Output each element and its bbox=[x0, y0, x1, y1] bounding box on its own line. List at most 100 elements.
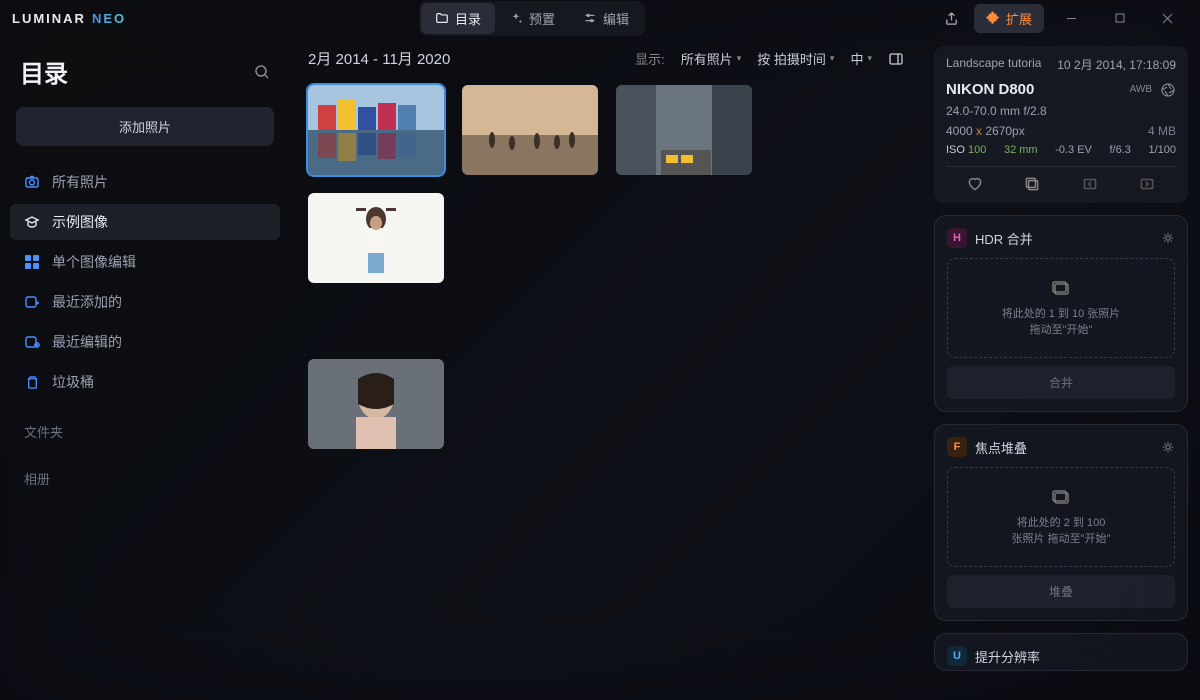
chevron-down-icon: ▾ bbox=[830, 53, 835, 64]
info-datetime: 10 2月 2014, 17:18:09 bbox=[1057, 56, 1176, 73]
hdr-badge-icon: H bbox=[947, 228, 967, 248]
nav-recently-edited[interactable]: 最近编辑的 bbox=[10, 324, 280, 360]
sidebar: 目录 添加照片 所有照片 示例图像 单个图像编辑 bbox=[0, 36, 290, 700]
thumbnail[interactable] bbox=[462, 85, 598, 175]
prev-button[interactable] bbox=[1081, 175, 1099, 193]
favorite-button[interactable] bbox=[966, 175, 984, 193]
images-icon bbox=[1051, 279, 1071, 297]
panel-title: HDR 合并 bbox=[975, 229, 1153, 248]
maximize-button[interactable] bbox=[1100, 4, 1140, 32]
share-button[interactable] bbox=[938, 4, 966, 32]
logo-text-2: NEO bbox=[92, 11, 126, 26]
sidebar-title: 目录 bbox=[20, 54, 68, 89]
gear-icon[interactable] bbox=[1161, 231, 1175, 245]
chevron-down-icon: ▾ bbox=[737, 53, 742, 64]
focus-drop-zone[interactable]: 将此处的 2 到 100 张照片 拖动至"开始" bbox=[947, 467, 1175, 567]
share-icon bbox=[944, 11, 959, 26]
drop-text-1: 将此处的 1 到 10 张照片 bbox=[956, 305, 1166, 321]
trash-icon bbox=[24, 374, 40, 390]
upscale-panel: U 提升分辨率 bbox=[934, 633, 1188, 671]
copy-button[interactable] bbox=[1023, 175, 1041, 193]
close-button[interactable] bbox=[1148, 4, 1188, 32]
tab-catalog[interactable]: 目录 bbox=[421, 3, 495, 34]
show-label: 显示: bbox=[635, 49, 665, 68]
graduation-icon bbox=[24, 214, 40, 230]
panel-toggle-button[interactable] bbox=[888, 51, 904, 67]
main-area: 2月 2014 - 11月 2020 显示: 所有照片▾ 按 拍摄时间▾ 中▾ bbox=[290, 36, 922, 700]
focus-stack-panel: F 焦点堆叠 将此处的 2 到 100 张照片 拖动至"开始" 堆叠 bbox=[934, 424, 1188, 621]
hdr-merge-button[interactable]: 合并 bbox=[947, 366, 1175, 399]
thumbnail[interactable] bbox=[616, 85, 752, 175]
mode-tabs: 目录 预置 编辑 bbox=[419, 1, 645, 36]
search-button[interactable] bbox=[254, 64, 270, 80]
recent-add-icon bbox=[24, 294, 40, 310]
add-photos-button[interactable]: 添加照片 bbox=[16, 107, 274, 146]
nav-label: 示例图像 bbox=[52, 212, 108, 232]
upscale-badge-icon: U bbox=[947, 646, 967, 666]
tab-edit[interactable]: 编辑 bbox=[569, 3, 643, 34]
panel-icon bbox=[888, 51, 904, 67]
nav-trash[interactable]: 垃圾桶 bbox=[10, 364, 280, 400]
sliders-icon bbox=[583, 11, 597, 25]
nav-label: 最近添加的 bbox=[52, 292, 122, 312]
thumbnail[interactable] bbox=[308, 85, 444, 175]
camera-icon bbox=[24, 174, 40, 190]
minimize-icon bbox=[1066, 13, 1077, 24]
nav-sample-images[interactable]: 示例图像 bbox=[10, 204, 280, 240]
hdr-merge-panel: H HDR 合并 将此处的 1 到 10 张照片 拖动至"开始" 合并 bbox=[934, 215, 1188, 412]
recent-edit-icon bbox=[24, 334, 40, 350]
info-filename: Landscape tutoria bbox=[946, 56, 1041, 73]
logo-text-1: LUMINAR bbox=[12, 11, 86, 26]
file-size: 4 MB bbox=[1148, 124, 1176, 138]
panel-title: 提升分辨率 bbox=[975, 647, 1175, 666]
folder-icon bbox=[435, 11, 449, 25]
app-logo: LUMINAR NEO bbox=[12, 11, 126, 26]
gear-icon[interactable] bbox=[1161, 440, 1175, 454]
puzzle-icon bbox=[986, 11, 1000, 25]
focus-badge-icon: F bbox=[947, 437, 967, 457]
nav-single-edit[interactable]: 单个图像编辑 bbox=[10, 244, 280, 280]
tab-label: 目录 bbox=[455, 9, 481, 28]
camera-model: NIKON D800 bbox=[946, 81, 1034, 98]
focus-stack-button[interactable]: 堆叠 bbox=[947, 575, 1175, 608]
chevron-down-icon: ▾ bbox=[867, 53, 872, 64]
nav-label: 单个图像编辑 bbox=[52, 252, 136, 272]
folders-section[interactable]: 文件夹 bbox=[10, 404, 280, 447]
images-icon bbox=[1051, 488, 1071, 506]
nav-label: 最近编辑的 bbox=[52, 332, 122, 352]
nav-label: 所有照片 bbox=[52, 172, 108, 192]
minimize-button[interactable] bbox=[1052, 4, 1092, 32]
thumbnail[interactable] bbox=[308, 359, 444, 449]
albums-section[interactable]: 相册 bbox=[10, 451, 280, 494]
focal-length: 32 mm bbox=[1004, 144, 1038, 156]
nav-all-photos[interactable]: 所有照片 bbox=[10, 164, 280, 200]
white-balance: AWB bbox=[1130, 84, 1152, 95]
drop-text-2: 张照片 拖动至"开始" bbox=[956, 530, 1166, 546]
extensions-label: 扩展 bbox=[1006, 9, 1032, 28]
sparkle-icon bbox=[509, 11, 523, 25]
right-panel: Landscape tutoria 10 2月 2014, 17:18:09 N… bbox=[922, 36, 1200, 700]
maximize-icon bbox=[1115, 13, 1125, 23]
drop-text-2: 拖动至"开始" bbox=[956, 321, 1166, 337]
nav-label: 垃圾桶 bbox=[52, 372, 94, 392]
hdr-drop-zone[interactable]: 将此处的 1 到 10 张照片 拖动至"开始" bbox=[947, 258, 1175, 358]
panel-title: 焦点堆叠 bbox=[975, 438, 1153, 457]
thumbnail[interactable] bbox=[308, 193, 444, 283]
sort-dropdown[interactable]: 按 拍摄时间▾ bbox=[757, 49, 834, 68]
aperture-value: f/6.3 bbox=[1109, 144, 1130, 156]
tab-label: 预置 bbox=[529, 9, 555, 28]
size-dropdown[interactable]: 中▾ bbox=[850, 49, 872, 68]
tab-presets[interactable]: 预置 bbox=[495, 3, 569, 34]
next-button[interactable] bbox=[1138, 175, 1156, 193]
close-icon bbox=[1162, 13, 1173, 24]
thumbnail-grid bbox=[308, 85, 904, 449]
date-range: 2月 2014 - 11月 2020 bbox=[308, 48, 450, 69]
lens-info: 24.0-70.0 mm f/2.8 bbox=[946, 104, 1047, 118]
info-card: Landscape tutoria 10 2月 2014, 17:18:09 N… bbox=[934, 46, 1188, 203]
grid-icon bbox=[24, 254, 40, 270]
exposure-value: -0.3 EV bbox=[1055, 144, 1092, 156]
drop-text-1: 将此处的 2 到 100 bbox=[956, 514, 1166, 530]
nav-recently-added[interactable]: 最近添加的 bbox=[10, 284, 280, 320]
show-dropdown[interactable]: 所有照片▾ bbox=[681, 49, 742, 68]
extensions-button[interactable]: 扩展 bbox=[974, 4, 1044, 33]
